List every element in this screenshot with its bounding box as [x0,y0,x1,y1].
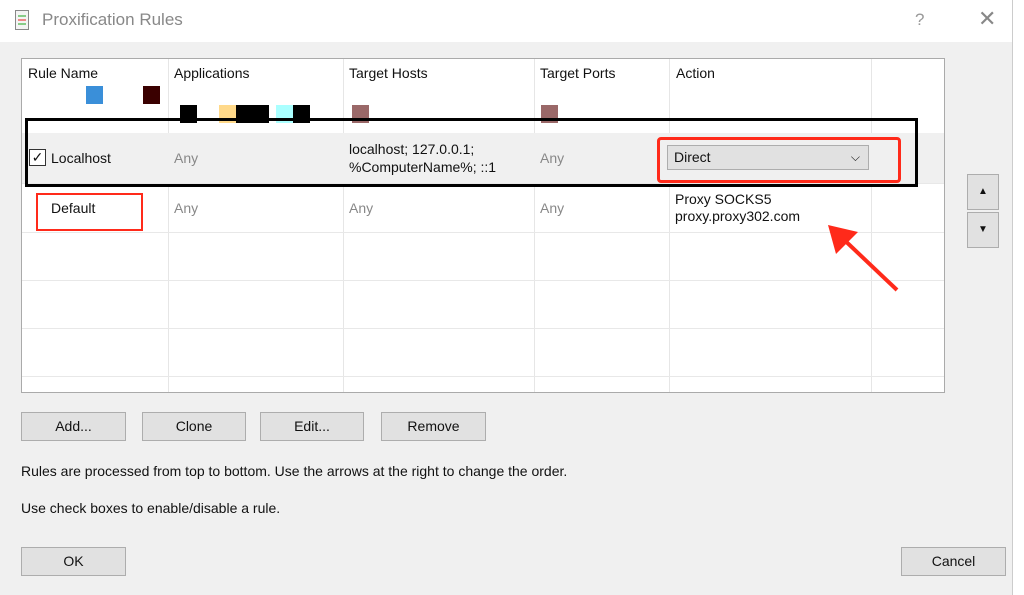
redaction-mark [143,86,160,104]
clone-button[interactable]: Clone [142,412,246,441]
annotation-arrow-icon [828,225,899,292]
action-line2: proxy.proxy302.com [675,208,801,224]
table-row-empty [22,233,944,281]
header-target-ports[interactable]: Target Ports [540,65,615,81]
add-button[interactable]: Add... [21,412,126,441]
header-action[interactable]: Action [676,65,715,81]
app-icon [15,10,29,30]
applications: Any [174,200,199,216]
ok-button[interactable]: OK [21,547,126,576]
info-text-order: Rules are processed from top to bottom. … [21,463,568,479]
target-ports: Any [540,200,565,216]
annotation-action-box [657,137,901,183]
move-down-button[interactable]: ▼ [967,212,999,248]
info-text-checkbox: Use check boxes to enable/disable a rule… [21,500,281,516]
edit-button[interactable]: Edit... [260,412,364,441]
header-rule-name[interactable]: Rule Name [28,65,98,81]
help-button[interactable]: ? [915,10,924,30]
action-line1: Proxy SOCKS5 [675,191,772,207]
table-row-empty [22,329,944,377]
redaction-mark [86,86,103,104]
table-row-empty [22,281,944,329]
window-title: Proxification Rules [42,10,183,29]
target-hosts: Any [349,200,374,216]
header-target-hosts[interactable]: Target Hosts [349,65,428,81]
cancel-button[interactable]: Cancel [901,547,1006,576]
header-applications[interactable]: Applications [174,65,250,81]
close-button[interactable]: ✕ [978,6,996,32]
remove-button[interactable]: Remove [381,412,486,441]
rules-table: Rule Name Applications Target Hosts Targ… [21,58,945,393]
background-window [1012,0,1024,595]
table-row-default[interactable]: Default Any Any Any Proxy SOCKS5 proxy.p… [22,184,944,233]
annotation-default-box [36,193,143,231]
move-up-button[interactable]: ▲ [967,174,999,210]
